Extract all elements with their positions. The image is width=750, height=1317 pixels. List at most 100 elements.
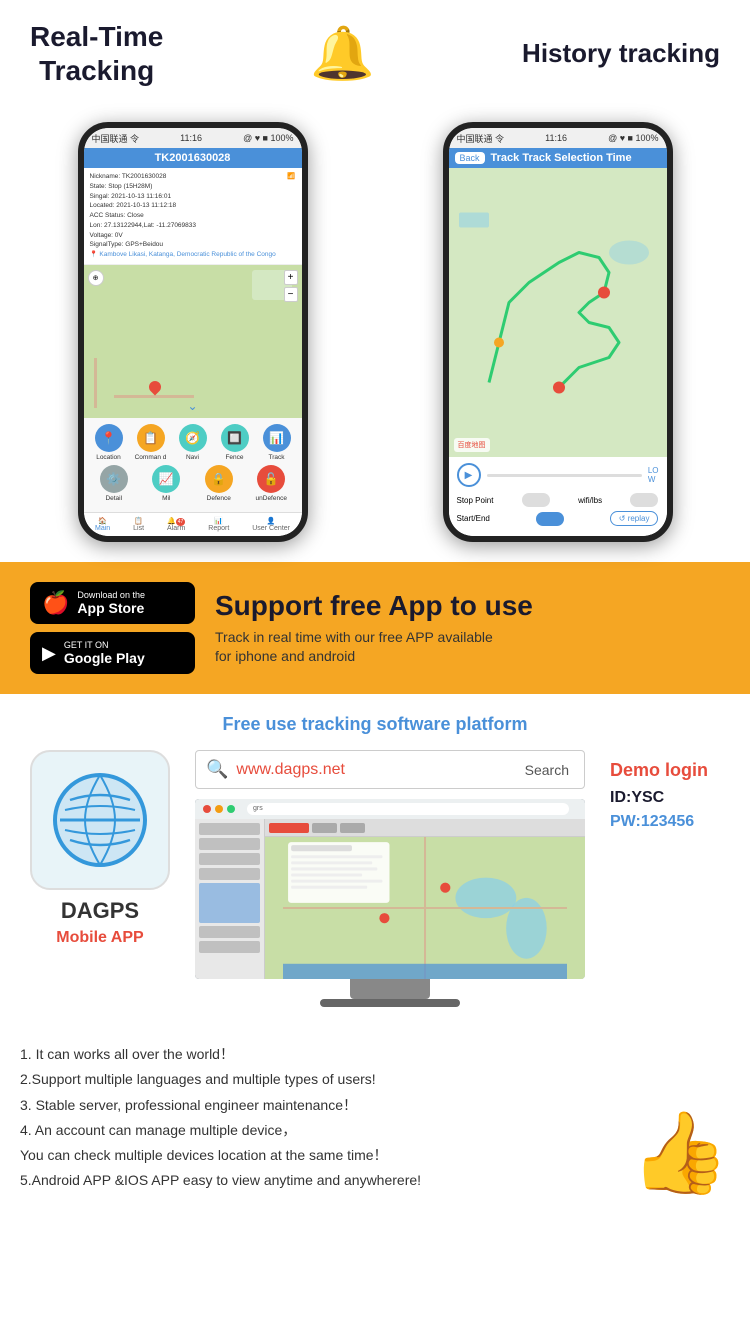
desktop-main [265,819,585,979]
navi-btn[interactable]: 🧭 Navi [173,424,213,461]
detail-btn[interactable]: ⚙️ Detail [94,465,134,502]
mobile-app-label: Mobile APP [56,929,143,947]
toolbar-btn [312,823,337,833]
desktop-toolbar [265,819,585,837]
sidebar-item [199,883,260,923]
feature-item-1: 1. It can works all over the world！ [20,1042,620,1067]
search-button[interactable]: Search [520,762,574,778]
top-section: Real-Time Tracking 🔔 History tracking [0,0,750,112]
browser-dot-red [203,805,211,813]
back-button[interactable]: Back [455,152,485,164]
command-btn[interactable]: 📋 Comman d [131,424,171,461]
location-btn[interactable]: 📍 Location [89,424,129,461]
nav-user[interactable]: 👤User Center [252,517,290,532]
phone2-title-bar: Back Track Track Selection Time [449,148,667,168]
toolbar-btn [340,823,365,833]
phone2-status-bar: 中国联通 令 11:16 @ ♥ ■ 100% [449,128,667,148]
start-end-row: Start/End ↺ replay [457,511,659,526]
desktop-stand [350,979,430,999]
feature-item-5: You can check multiple devices location … [20,1143,620,1168]
track-btn[interactable]: 📊 Track [257,424,297,461]
search-url-input[interactable]: www.dagps.net [236,761,519,779]
phone1-mockup: 中国联通 令 11:16 @ ♥ ■ 100% TK2001630028 Nic… [78,122,308,542]
phone1-bottom-nav: 🏠Main 📋List 🔔47Alarm 📊Report 👤User Cente… [84,512,302,536]
demo-pw: PW:123456 [610,813,730,831]
start-end-toggle[interactable] [536,512,564,526]
platform-section: Free use tracking software platform [0,694,750,1027]
right-section: 🔍 www.dagps.net Search grs [195,750,585,1007]
stop-point-row: Stop Point wifi/lbs [457,493,659,507]
app-name: DAGPS [61,898,139,924]
thumbs-up-icon: 👍 [630,1113,730,1193]
nav-main[interactable]: 🏠Main [95,517,110,532]
search-icon: 🔍 [206,759,228,780]
mil-btn[interactable]: 📈 Mil [146,465,186,502]
feature-item-4: 4. An account can manage multiple device… [20,1118,620,1143]
nav-report[interactable]: 📊Report [208,517,229,532]
phone1-info-panel: Nickname: TK2001630028 📶 State: Stop (15… [84,168,302,265]
demo-login-section: Demo login ID:YSC PW:123456 [600,750,730,831]
yellow-banner: 🍎 Download on the App Store ▶ GET IT ON … [0,562,750,694]
feature-item-2: 2.Support multiple languages and multipl… [20,1067,620,1092]
feature-item-6: 5.Android APP &IOS APP easy to view anyt… [20,1168,620,1193]
phone1-actions: 📍 Location 📋 Comman d 🧭 Navi 🔲 Fence 📊 [84,418,302,512]
browser-bar: grs [195,799,585,819]
play-button[interactable]: ▶ [457,463,481,487]
desktop-mockup: grs [195,799,585,1007]
desktop-content [195,819,585,979]
fence-btn[interactable]: 🔲 Fence [215,424,255,461]
map-pin-red [146,379,163,396]
phone1-status-bar: 中国联通 令 11:16 @ ♥ ■ 100% [84,128,302,148]
sidebar-item [199,926,260,938]
progress-track [487,474,642,477]
features-list: 1. It can works all over the world！ 2.Su… [20,1042,620,1193]
feature-item-3: 3. Stable server, professional engineer … [20,1093,620,1118]
phone2-controls: ▶ LO W Stop Point wifi/lbs Start/End ↺ r… [449,457,667,536]
phone2-map: 百度地图 [449,168,667,457]
real-time-title: Real-Time Tracking [30,20,163,87]
app-store-button[interactable]: 🍎 Download on the App Store [30,582,195,624]
desktop-sidebar [195,819,265,979]
sidebar-item [199,853,260,865]
features-section: 1. It can works all over the world！ 2.Su… [0,1027,750,1213]
phone1-title-bar: TK2001630028 [84,148,302,168]
banner-text: Support free App to use Track in real ti… [215,590,533,667]
apple-icon: 🍎 [42,590,69,616]
store-buttons: 🍎 Download on the App Store ▶ GET IT ON … [30,582,195,674]
google-play-button[interactable]: ▶ GET IT ON Google Play [30,632,195,674]
phone2-screen: 中国联通 令 11:16 @ ♥ ■ 100% Back Track Track… [449,128,667,536]
replay-button[interactable]: ↺ replay [610,511,659,526]
dagps-logo-svg [50,770,150,870]
phone1-map: + − ⊕ ⌄ [84,265,302,418]
nav-alarm[interactable]: 🔔47Alarm [167,517,185,532]
top-header: Real-Time Tracking 🔔 History tracking [30,20,720,87]
browser-dot-green [227,805,235,813]
google-play-icon: ▶ [42,643,56,664]
desktop-base [320,999,460,1007]
desktop-screen: grs [195,799,585,979]
stop-point-toggle[interactable] [522,493,550,507]
wifi-lbs-toggle[interactable] [630,493,658,507]
search-bar: 🔍 www.dagps.net Search [195,750,585,789]
demo-login-title: Demo login [610,760,730,781]
app-logo-section: DAGPS Mobile APP [20,750,180,947]
platform-content: DAGPS Mobile APP 🔍 www.dagps.net Search [20,750,730,1007]
phones-row: 中国联通 令 11:16 @ ♥ ■ 100% TK2001630028 Nic… [0,112,750,562]
track-path [449,168,667,457]
defence-btn[interactable]: 🔒 Defence [199,465,239,502]
sidebar-item [199,823,260,835]
expand-icon[interactable]: ⌄ [187,399,197,413]
bell-icon: 🔔 [310,23,375,84]
sidebar-item [199,868,260,880]
phone1-screen: 中国联通 令 11:16 @ ♥ ■ 100% TK2001630028 Nic… [84,128,302,536]
browser-dot-yellow [215,805,223,813]
phone2-mockup: 中国联通 令 11:16 @ ♥ ■ 100% Back Track Track… [443,122,673,542]
sidebar-item [199,838,260,850]
nav-list[interactable]: 📋List [133,517,144,532]
playback-bar: ▶ LO W [457,463,659,487]
history-title: History tracking [522,38,720,69]
undefence-btn[interactable]: 🔓 unDefence [251,465,291,502]
sidebar-item [199,941,260,953]
desktop-map [265,837,585,979]
banner-main-text: Support free App to use [215,590,533,622]
